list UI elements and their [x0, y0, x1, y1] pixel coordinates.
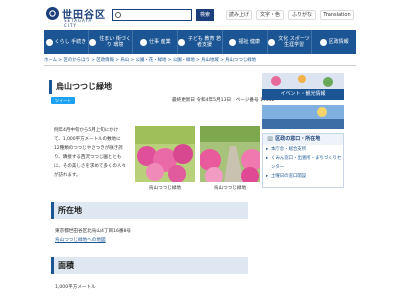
sidebar-link[interactable]: くみん窓口・出張所・まちづくりセンター — [263, 154, 343, 172]
event-banner-image[interactable] — [262, 73, 344, 89]
furigana-button[interactable]: ふりがな — [288, 10, 316, 20]
translation-button[interactable]: Translation — [320, 10, 354, 20]
page-meta: 最終更新日 令和4年5月13日 ページ番号 17552 — [172, 98, 275, 103]
intro-text: 例年4月中旬から5月上旬にかけて、1,000平方メートルの敷地に12種類のつつじ… — [54, 128, 126, 178]
nav-item-work[interactable]: 仕事 産業 — [133, 30, 179, 54]
area-heading: 面積 — [51, 257, 248, 274]
photo-caption-1: 烏山つつじ緑地 — [148, 186, 182, 191]
page-title: 烏山つつじ緑地 — [49, 80, 240, 94]
nav-item-life[interactable]: くらし 手続き — [44, 30, 89, 54]
house-icon — [45, 38, 53, 46]
office-info-box: 🏢区政の窓口・所在地 本庁舎・総合支所 くみん窓口・出張所・まちづくりセンター … — [262, 133, 344, 188]
map-link[interactable]: 烏山つつじ緑地への地図 — [55, 237, 106, 243]
nav-item-housing[interactable]: 住まい 街づくり 環境 — [88, 30, 134, 54]
header: 世田谷区 SETAGAYA CITY 検索 読み上げ 文字・色 ふりがな Tra… — [0, 0, 400, 30]
nav-item-administration[interactable]: 区政情報 — [312, 30, 356, 54]
sidebar-link[interactable]: 本庁舎・総合支所 — [263, 145, 343, 154]
area-text: 1,000平方メートル — [55, 285, 96, 290]
building-icon: 🏢 — [267, 136, 274, 142]
search-button[interactable]: 検索 — [196, 9, 214, 21]
tweet-button[interactable]: ツイート — [51, 97, 75, 104]
location-heading: 所在地 — [51, 202, 248, 219]
photo-caption-2: 烏山つつじ緑地 — [213, 186, 247, 191]
city-emblem-icon — [46, 7, 59, 20]
site-logo[interactable]: 世田谷区 SETAGAYA CITY — [46, 6, 106, 28]
nav-item-culture[interactable]: 文化 スポーツ 生涯学習 — [267, 30, 313, 54]
event-photo[interactable] — [262, 105, 344, 129]
gov-icon — [319, 38, 327, 46]
briefcase-icon — [140, 38, 147, 46]
event-info-banner[interactable]: イベント・観光情報 — [262, 89, 344, 100]
office-info-title: 🏢 区政の窓口・所在地 — [263, 134, 343, 145]
divider — [44, 65, 356, 66]
sports-icon — [267, 38, 275, 46]
azalea-photo-2 — [200, 126, 260, 182]
text-color-button[interactable]: 文字・色 — [256, 10, 284, 20]
sidebar-link[interactable]: 土曜日の窓口開設 — [263, 172, 343, 181]
nav-item-welfare[interactable]: 福祉 健康 — [223, 30, 268, 54]
logo-sub: SETAGAYA CITY — [64, 18, 93, 28]
nav-item-children[interactable]: 子ども 教育 若者支援 — [178, 30, 223, 54]
building-icon — [88, 38, 96, 46]
heart-icon — [229, 38, 237, 46]
search-input[interactable] — [112, 9, 192, 21]
read-aloud-button[interactable]: 読み上げ — [226, 10, 252, 20]
global-nav: くらし 手続き 住まい 街づくり 環境 仕事 産業 子ども 教育 若者支援 福祉… — [44, 30, 356, 54]
address-text: 東京都世田谷区北烏山4丁目16番8号 — [55, 229, 132, 234]
child-icon — [178, 38, 186, 46]
breadcrumb[interactable]: ホーム > 区のからほう > 区政情報 > 烏山 > 公園・花・緑地 > 公園・… — [44, 57, 356, 63]
search-icon — [115, 12, 121, 18]
azalea-photo-1 — [135, 126, 195, 182]
